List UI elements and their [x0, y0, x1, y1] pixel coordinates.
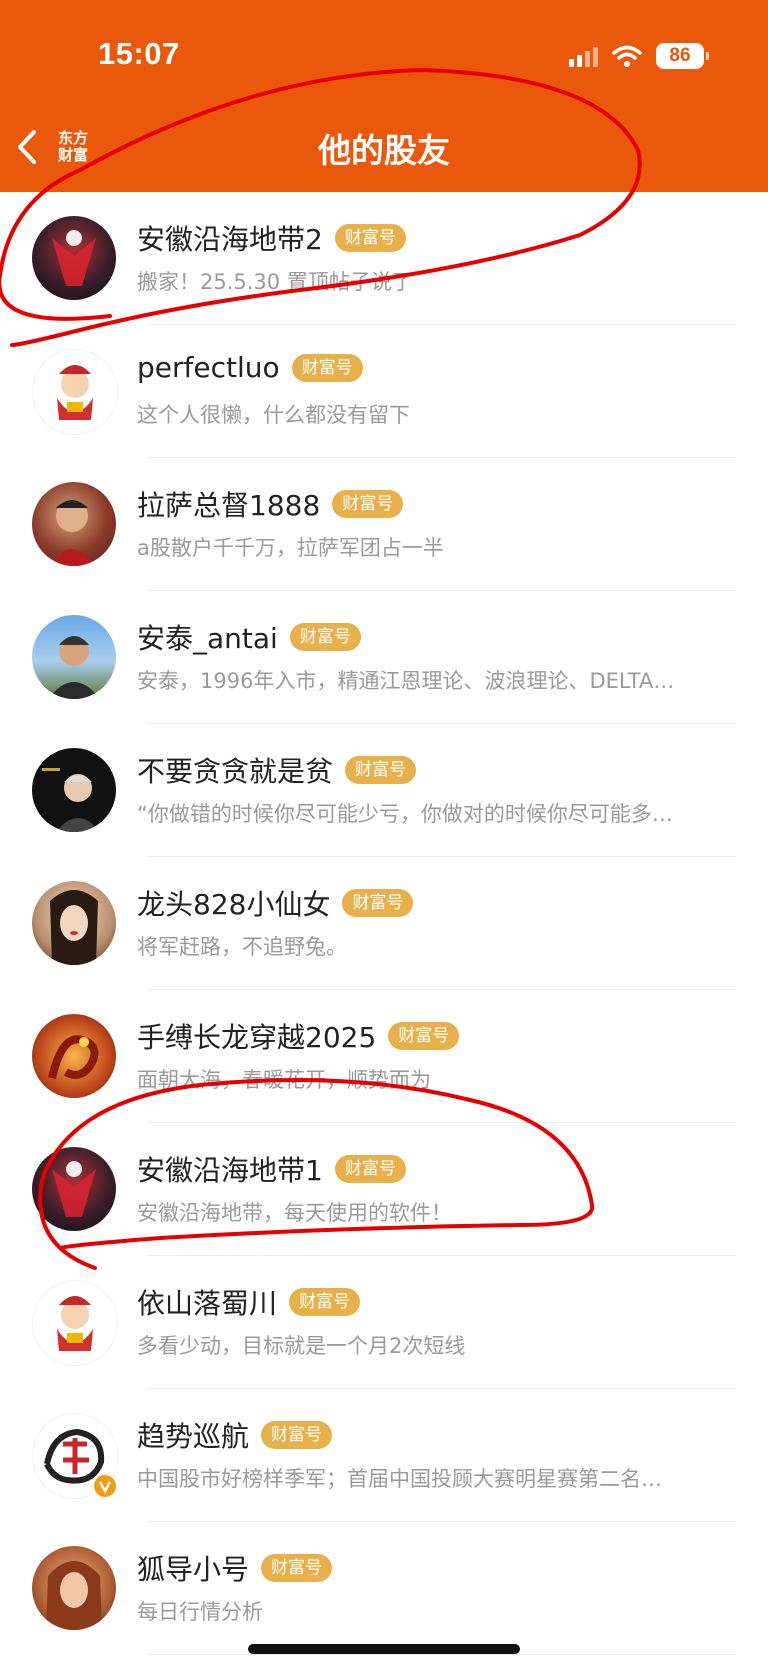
- fortune-badge: 财富号: [334, 224, 406, 252]
- fortune-badge: 财富号: [289, 623, 361, 651]
- friend-row[interactable]: 手缚长龙穿越2025 财富号 面朝大海，春暖花开，顺势而为: [0, 990, 768, 1123]
- friend-bio: 将军赶路，不追野兔。: [137, 935, 347, 959]
- avatar: [32, 1280, 118, 1366]
- avatar: [32, 1014, 116, 1098]
- friend-name[interactable]: 安泰_antai: [137, 617, 278, 657]
- avatar: [32, 1147, 116, 1231]
- friend-row[interactable]: 拉萨总督1888 财富号 a股散户千千万，拉萨军团占一半: [0, 458, 768, 591]
- friend-bio: 多看少动，目标就是一个月2次短线: [137, 1334, 466, 1358]
- fortune-badge: 财富号: [342, 889, 414, 917]
- friend-bio: 面朝大海，春暖花开，顺势而为: [137, 1068, 431, 1092]
- friend-bio: 搬家！25.5.30 置顶帖子说了: [137, 270, 413, 294]
- fortune-badge: 财富号: [334, 1155, 406, 1183]
- friend-bio: 安泰，1996年入市，精通江恩理论、波浪理论、DELTA…: [137, 669, 675, 693]
- avatar: [32, 1546, 116, 1630]
- avatar: [32, 881, 116, 965]
- friend-name[interactable]: 安徽沿海地带1: [137, 1149, 323, 1189]
- status-icons: 86: [569, 42, 709, 70]
- friend-row[interactable]: 不要贪贪就是贫 财富号 “你做错的时候你尽可能少亏，你做对的时候你尽可能多…: [0, 724, 768, 857]
- friend-name[interactable]: perfectluo: [137, 351, 280, 384]
- friend-row[interactable]: 狐导小号 财富号 每日行情分析: [0, 1522, 768, 1655]
- avatar: [32, 1413, 118, 1499]
- app-header: 15:07 86 东方财富 他的股友: [0, 0, 768, 192]
- status-time: 15:07: [98, 36, 180, 71]
- page-title: 他的股友: [318, 131, 450, 170]
- friend-row[interactable]: 安徽沿海地带1 财富号 安徽沿海地带，每天使用的软件！: [0, 1123, 768, 1256]
- avatar: [32, 216, 116, 300]
- fortune-badge: 财富号: [289, 1288, 361, 1316]
- fortune-badge: 财富号: [291, 353, 363, 382]
- friend-bio: “你做错的时候你尽可能少亏，你做对的时候你尽可能多…: [137, 802, 673, 826]
- friend-name[interactable]: 不要贪贪就是贫: [137, 750, 333, 790]
- friend-name[interactable]: 拉萨总督1888: [137, 484, 320, 524]
- fortune-badge: 财富号: [261, 1554, 333, 1582]
- friend-bio: 中国股市好榜样季军；首届中国投顾大赛明星赛第二名…: [137, 1467, 662, 1491]
- friend-row[interactable]: 趋势巡航 财富号 中国股市好榜样季军；首届中国投顾大赛明星赛第二名…: [0, 1389, 768, 1522]
- friend-name[interactable]: 安徽沿海地带2: [137, 218, 323, 258]
- friend-bio: 每日行情分析: [137, 1600, 263, 1624]
- avatar: [32, 349, 118, 435]
- avatar: [32, 615, 116, 699]
- divider: [148, 1654, 736, 1655]
- friend-bio: 安徽沿海地带，每天使用的软件！: [137, 1201, 452, 1225]
- friend-name[interactable]: 趋势巡航: [137, 1415, 249, 1455]
- friend-name[interactable]: 手缚长龙穿越2025: [137, 1016, 376, 1056]
- wifi-icon: [612, 45, 642, 67]
- battery-indicator: 86: [656, 43, 709, 69]
- friend-row[interactable]: perfectluo 财富号 这个人很懒，什么都没有留下: [0, 325, 768, 458]
- fortune-badge: 财富号: [261, 1421, 333, 1449]
- friend-row[interactable]: 龙头828小仙女 财富号 将军赶路，不追野兔。: [0, 857, 768, 990]
- friend-row[interactable]: 安泰_antai 财富号 安泰，1996年入市，精通江恩理论、波浪理论、DELTA…: [0, 591, 768, 724]
- fortune-badge: 财富号: [345, 756, 417, 784]
- friend-name[interactable]: 龙头828小仙女: [137, 883, 330, 923]
- home-indicator: [248, 1644, 520, 1654]
- friends-list: 安徽沿海地带2 财富号 搬家！25.5.30 置顶帖子说了 perfectluo 财…: [0, 192, 768, 1655]
- avatar: [32, 748, 116, 832]
- friend-bio: a股散户千千万，拉萨军团占一半: [137, 536, 444, 560]
- friend-name[interactable]: 依山落蜀川: [137, 1282, 277, 1322]
- friend-bio: 这个人很懒，什么都没有留下: [137, 403, 410, 427]
- avatar: [32, 482, 116, 566]
- fortune-badge: 财富号: [332, 490, 404, 518]
- cellular-signal-icon: [569, 45, 598, 67]
- friend-row[interactable]: 安徽沿海地带2 财富号 搬家！25.5.30 置顶帖子说了: [0, 192, 768, 325]
- friend-name[interactable]: 狐导小号: [137, 1548, 249, 1588]
- friend-row[interactable]: 依山落蜀川 财富号 多看少动，目标就是一个月2次短线: [0, 1256, 768, 1389]
- fortune-badge: 财富号: [388, 1022, 460, 1050]
